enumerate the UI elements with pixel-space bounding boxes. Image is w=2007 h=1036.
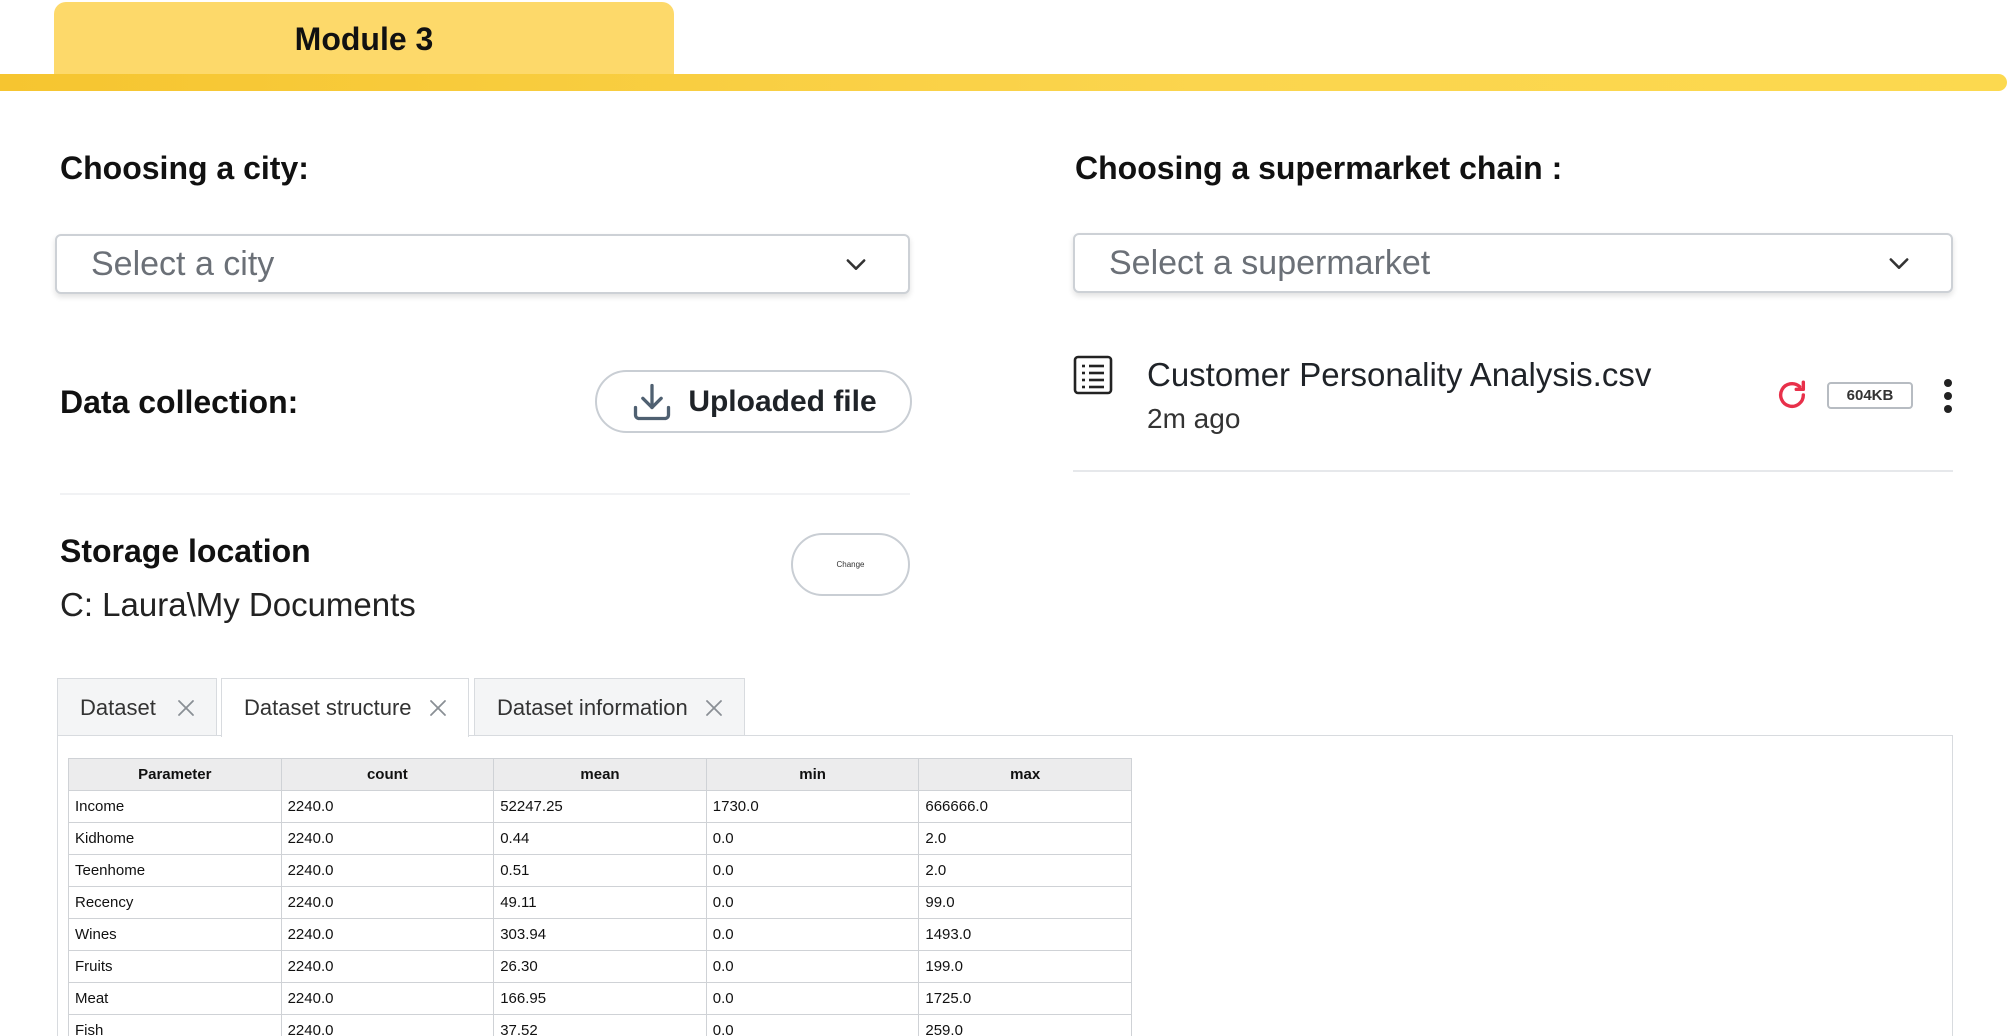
table-cell: Teenhome: [68, 854, 282, 887]
change-label: Change: [836, 560, 865, 569]
table-cell: 2240.0: [280, 822, 495, 855]
divider: [60, 493, 910, 495]
table-cell: 2240.0: [280, 1014, 495, 1036]
table-header-row: Parameter count mean min max: [68, 758, 1132, 791]
table-cell: 26.30: [493, 950, 707, 983]
change-button[interactable]: Change: [791, 533, 910, 596]
tab-dataset-structure[interactable]: Dataset structure: [221, 678, 469, 737]
table-cell: 0.0: [705, 950, 920, 983]
tab-dataset-information[interactable]: Dataset information: [474, 678, 745, 736]
refresh-icon[interactable]: [1775, 378, 1809, 412]
table-cell: 99.0: [918, 886, 1132, 919]
module-tab[interactable]: Module 3: [54, 2, 674, 76]
table-header: Parameter: [68, 758, 282, 791]
table-cell: 0.0: [705, 886, 920, 919]
file-name: Customer Personality Analysis.csv: [1147, 356, 1652, 393]
table-cell: 1725.0: [918, 982, 1132, 1015]
table-cell: Fish: [68, 1014, 282, 1036]
table-cell: 2240.0: [280, 982, 495, 1015]
supermarket-select[interactable]: Select a supermarket: [1073, 233, 1953, 293]
table-cell: Kidhome: [68, 822, 282, 855]
table-cell: 1730.0: [705, 790, 920, 823]
table-cell: 2.0: [918, 854, 1132, 887]
data-collection-heading: Data collection:: [60, 384, 299, 420]
chevron-down-icon: [1889, 258, 1909, 269]
tab-label: Dataset structure: [244, 695, 412, 720]
table-cell: 2240.0: [280, 950, 495, 983]
table-cell: 259.0: [918, 1014, 1132, 1036]
table-row: Teenhome 2240.0 0.51 0.0 2.0: [68, 854, 1132, 887]
table-cell: 199.0: [918, 950, 1132, 983]
table-cell: 52247.25: [493, 790, 707, 823]
table-cell: 1493.0: [918, 918, 1132, 951]
table-cell: Meat: [68, 982, 282, 1015]
table-cell: 2240.0: [280, 790, 495, 823]
table-row: Kidhome 2240.0 0.44 0.0 2.0: [68, 822, 1132, 855]
supermarket-heading: Choosing a supermarket chain :: [1075, 150, 1563, 186]
table-cell: 49.11: [493, 886, 707, 919]
storage-path: C: Laura\My Documents: [60, 586, 416, 623]
close-icon[interactable]: [704, 698, 724, 718]
table-row: Meat 2240.0 166.95 0.0 1725.0: [68, 982, 1132, 1015]
file-time: 2m ago: [1147, 403, 1241, 434]
tab-label: Dataset: [80, 694, 156, 720]
table-cell: 0.51: [493, 854, 707, 887]
table-header: max: [918, 758, 1132, 791]
more-options-icon[interactable]: [1938, 376, 1958, 416]
table-cell: 0.0: [705, 918, 920, 951]
table-row: Wines 2240.0 303.94 0.0 1493.0: [68, 918, 1132, 951]
chevron-down-icon: [846, 259, 866, 270]
table-header: count: [280, 758, 495, 791]
table-cell: Recency: [68, 886, 282, 919]
table-cell: 166.95: [493, 982, 707, 1015]
close-icon[interactable]: [176, 698, 196, 718]
table-cell: Wines: [68, 918, 282, 951]
table-cell: Income: [68, 790, 282, 823]
table-cell: 0.0: [705, 1014, 920, 1036]
city-select-placeholder: Select a city: [91, 244, 275, 283]
table-cell: 2240.0: [280, 918, 495, 951]
table-cell: 666666.0: [918, 790, 1132, 823]
table-cell: Fruits: [68, 950, 282, 983]
file-size-badge: 604KB: [1827, 382, 1913, 409]
table-row: Income 2240.0 52247.25 1730.0 666666.0: [68, 790, 1132, 823]
download-icon: [634, 383, 671, 420]
dataset-structure-table: Parameter count mean min max Income 2240…: [68, 758, 1132, 1036]
module-bar: [0, 74, 2007, 91]
divider: [1073, 470, 1953, 472]
document-list-icon: [1073, 355, 1113, 395]
uploaded-file-label: Uploaded file: [688, 384, 877, 418]
table-cell: 303.94: [493, 918, 707, 951]
table-cell: 2.0: [918, 822, 1132, 855]
tab-dataset[interactable]: Dataset: [57, 678, 217, 736]
table-row: Fish 2240.0 37.52 0.0 259.0: [68, 1014, 1132, 1036]
table-row: Fruits 2240.0 26.30 0.0 199.0: [68, 950, 1132, 983]
table-cell: 0.0: [705, 982, 920, 1015]
table-cell: 37.52: [493, 1014, 707, 1036]
supermarket-select-placeholder: Select a supermarket: [1109, 243, 1431, 282]
table-cell: 2240.0: [280, 886, 495, 919]
table-cell: 0.0: [705, 854, 920, 887]
table-cell: 0.0: [705, 822, 920, 855]
uploaded-file-button[interactable]: Uploaded file: [595, 370, 912, 433]
city-heading: Choosing a city:: [60, 150, 309, 186]
table-header: mean: [493, 758, 707, 791]
tab-label: Dataset information: [497, 694, 688, 720]
table-header: min: [705, 758, 920, 791]
storage-heading: Storage location: [60, 533, 311, 569]
table-cell: 0.44: [493, 822, 707, 855]
close-icon[interactable]: [428, 698, 448, 718]
table-cell: 2240.0: [280, 854, 495, 887]
module-title: Module 3: [294, 20, 434, 57]
city-select[interactable]: Select a city: [55, 234, 910, 294]
table-row: Recency 2240.0 49.11 0.0 99.0: [68, 886, 1132, 919]
